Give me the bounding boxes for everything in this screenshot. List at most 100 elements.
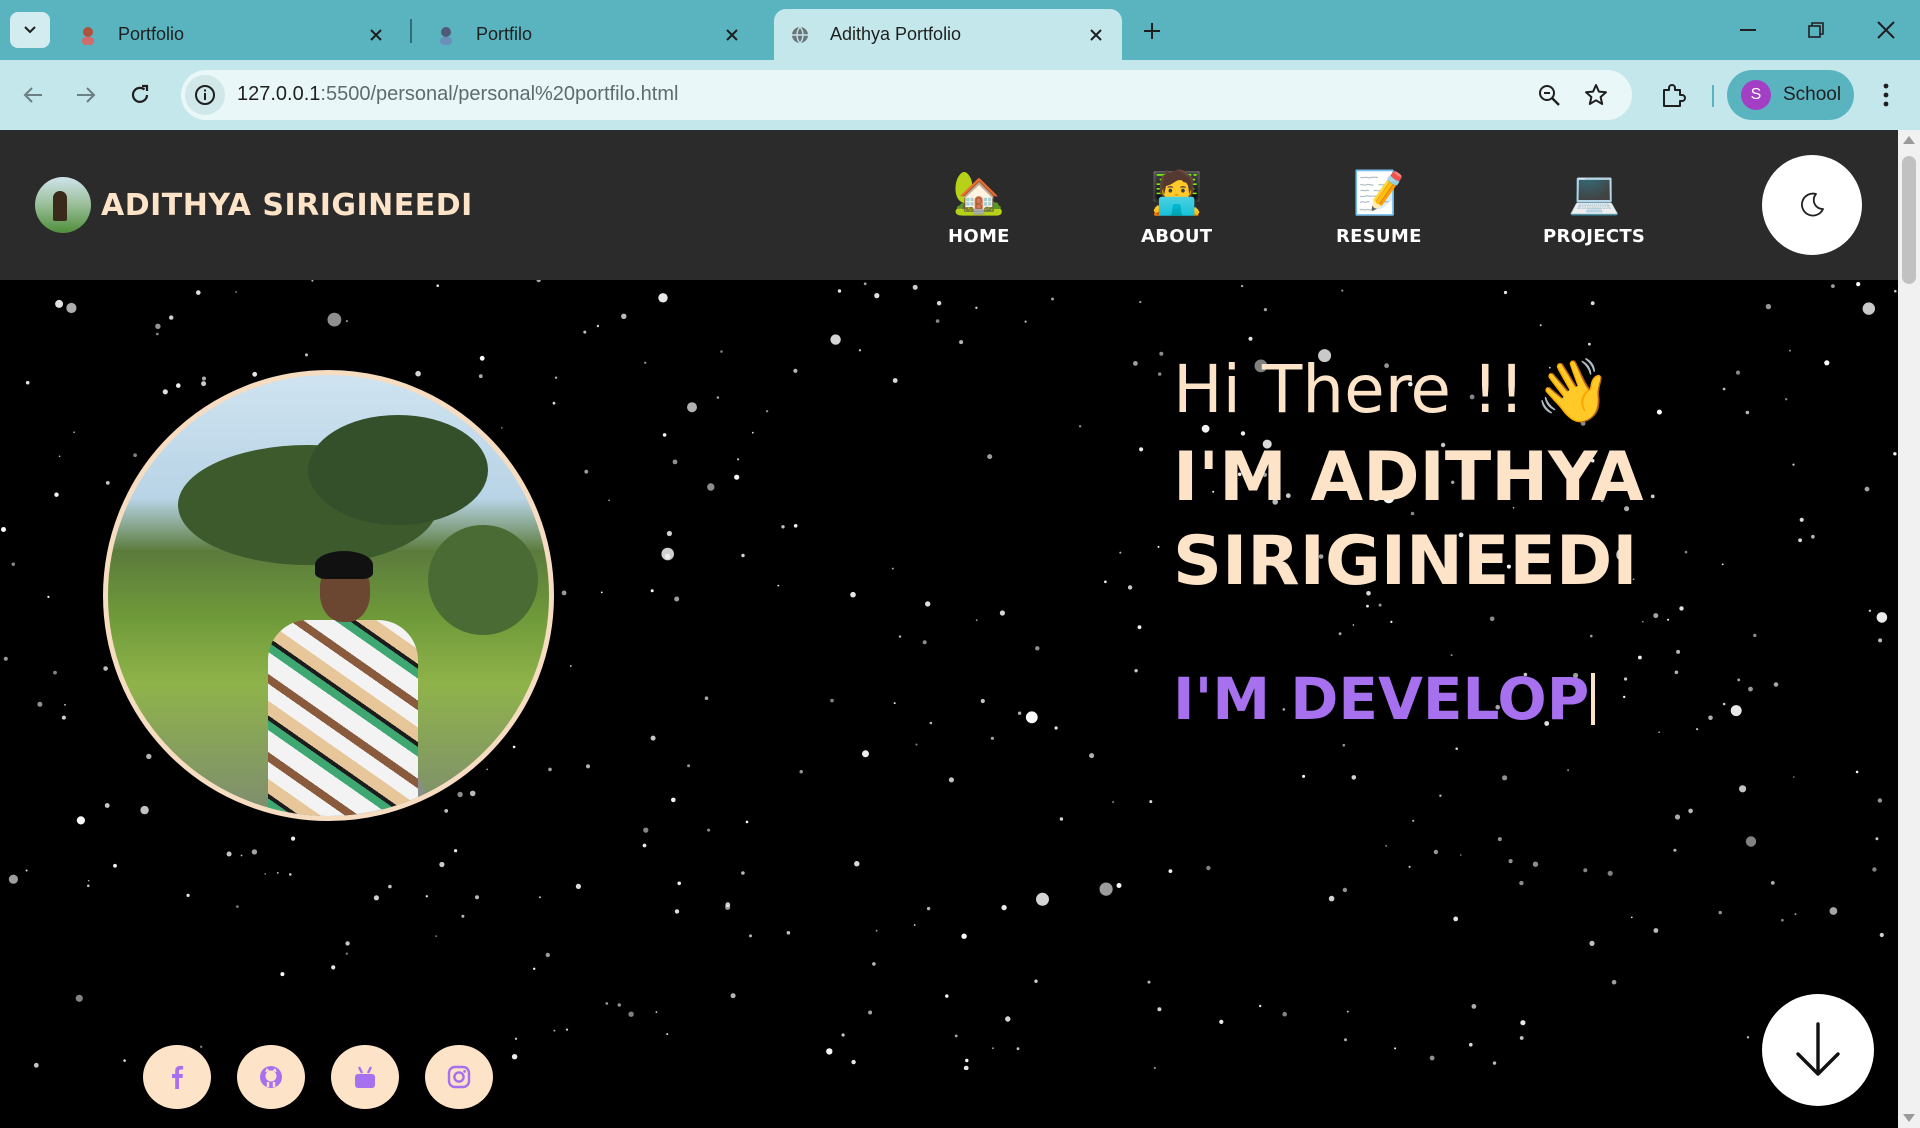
forward-button[interactable]	[68, 77, 104, 113]
github-link[interactable]	[237, 1045, 305, 1109]
star	[1104, 580, 1107, 584]
social-links	[143, 1045, 493, 1109]
star	[235, 291, 237, 293]
back-button[interactable]	[15, 77, 51, 113]
star	[948, 777, 955, 783]
url-host: 127.0.0.1	[237, 83, 321, 105]
nav-projects[interactable]: 💻 PROJECTS	[1543, 168, 1645, 247]
extensions-button[interactable]	[1656, 78, 1690, 112]
browser-menu-button[interactable]	[1871, 77, 1901, 113]
star	[621, 313, 627, 319]
nav-home[interactable]: 🏡 HOME	[948, 168, 1010, 247]
theme-toggle-button[interactable]	[1762, 155, 1862, 255]
star	[276, 872, 279, 874]
scroll-thumb[interactable]	[1902, 156, 1916, 284]
puzzle-icon	[1663, 84, 1686, 107]
site-info-button[interactable]	[185, 75, 225, 115]
browser-tab-active[interactable]: Adithya Portfolio	[774, 9, 1122, 60]
bookmark-star-icon[interactable]	[1582, 81, 1610, 109]
close-window-button[interactable]	[1862, 10, 1910, 50]
star	[311, 280, 314, 282]
facebook-link[interactable]	[143, 1045, 211, 1109]
star	[704, 696, 709, 700]
star	[1623, 695, 1626, 699]
star	[486, 768, 489, 771]
browser-tab-bar: Portfolio Portfilo Adithya Portfolio	[0, 0, 1920, 60]
star	[226, 851, 232, 857]
tab-search-button[interactable]	[10, 12, 50, 48]
star	[1876, 612, 1888, 623]
scroll-down-button[interactable]	[1762, 994, 1874, 1106]
new-tab-button[interactable]	[1135, 14, 1169, 48]
browser-tab[interactable]: Portfilo	[420, 9, 758, 60]
instagram-link[interactable]	[425, 1045, 493, 1109]
minimize-button[interactable]	[1724, 10, 1772, 50]
tab-title: Adithya Portfolio	[830, 24, 962, 44]
star	[61, 715, 66, 720]
star	[893, 702, 896, 705]
star	[745, 820, 749, 824]
star	[1346, 1010, 1349, 1013]
person-avatar-icon	[76, 23, 100, 47]
youtube-link[interactable]	[331, 1045, 399, 1109]
star	[658, 293, 668, 303]
restore-button[interactable]	[1792, 10, 1840, 50]
greeting-line: Hi There !! 👋	[1173, 345, 1644, 436]
star	[1794, 913, 1797, 916]
star	[674, 909, 680, 914]
scroll-down-arrow-icon[interactable]	[1903, 1114, 1915, 1122]
star	[548, 767, 552, 772]
star	[1341, 289, 1344, 292]
star	[737, 458, 740, 461]
star	[1089, 753, 1095, 759]
star	[1567, 769, 1569, 771]
reload-button[interactable]	[122, 77, 158, 113]
address-bar[interactable]: 127.0.0.1:5500/personal/personal%20portf…	[181, 70, 1632, 120]
star	[512, 745, 516, 749]
star	[1394, 1047, 1397, 1050]
star	[479, 355, 485, 361]
nav-resume[interactable]: 📝 RESUME	[1336, 168, 1422, 247]
tab-title: Portfilo	[476, 24, 533, 44]
page-scrollbar[interactable]	[1898, 130, 1920, 1128]
waving-hand-icon: 👋	[1534, 354, 1613, 427]
star	[1676, 649, 1681, 654]
star	[1624, 677, 1628, 681]
star	[1366, 604, 1369, 608]
star	[655, 1011, 658, 1013]
star	[666, 1033, 669, 1036]
star	[1412, 819, 1415, 822]
brand[interactable]: ADITHYA SIRIGINEEDI	[35, 177, 473, 233]
star	[1688, 808, 1693, 814]
star	[1116, 883, 1122, 888]
url-text[interactable]: 127.0.0.1:5500/personal/personal%20portf…	[237, 83, 678, 106]
nav-about[interactable]: 🧑‍💻 ABOUT	[1141, 168, 1212, 247]
star	[765, 410, 769, 413]
star	[435, 935, 438, 937]
star	[8, 874, 18, 884]
close-icon[interactable]	[364, 23, 388, 47]
browser-tab[interactable]: Portfolio	[62, 9, 402, 60]
star	[58, 455, 61, 458]
zoom-icon[interactable]	[1535, 81, 1563, 109]
name-line-1: I'M ADITHYA	[1173, 438, 1644, 517]
star	[1005, 1016, 1011, 1022]
github-icon	[260, 1066, 282, 1088]
star	[1259, 1004, 1262, 1008]
star	[1338, 632, 1342, 636]
nav-projects-label: PROJECTS	[1543, 226, 1646, 247]
brand-logo	[35, 177, 91, 233]
star	[345, 941, 350, 946]
star	[1745, 410, 1750, 415]
profile-button[interactable]: S School	[1727, 70, 1854, 120]
scroll-up-arrow-icon[interactable]	[1903, 136, 1915, 144]
avatar: S	[1741, 80, 1771, 110]
close-icon[interactable]	[720, 23, 744, 47]
star	[1770, 881, 1775, 885]
star	[891, 567, 894, 570]
close-icon[interactable]	[1084, 23, 1108, 47]
star	[1153, 1066, 1157, 1070]
star	[912, 284, 918, 290]
star	[1638, 655, 1642, 660]
tree-canopy	[308, 415, 488, 525]
